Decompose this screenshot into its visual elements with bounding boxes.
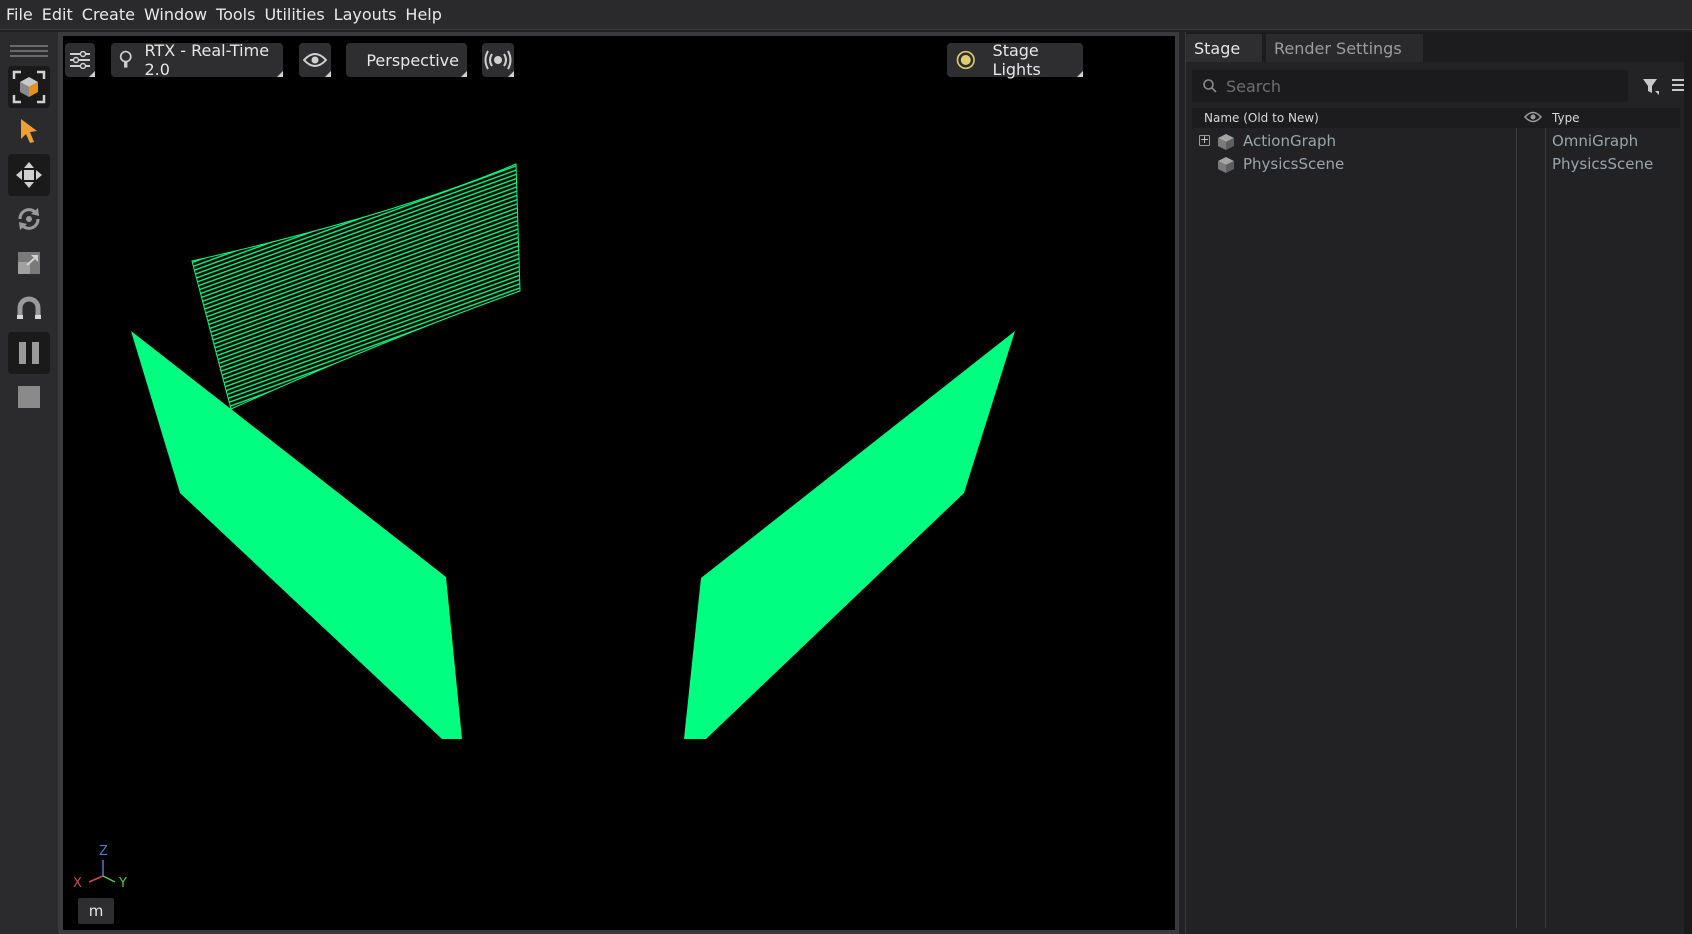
- menu-utilities[interactable]: Utilities: [264, 5, 324, 24]
- prim-name: PhysicsScene: [1243, 155, 1345, 173]
- scale-tool-button[interactable]: [8, 242, 50, 284]
- axis-y-label: Y: [119, 876, 127, 891]
- select-arrow-icon: [21, 119, 37, 143]
- search-icon: [1203, 79, 1217, 93]
- select-tool-button[interactable]: [8, 110, 50, 152]
- visibility-column-eye-icon[interactable]: [1524, 110, 1542, 124]
- scene-render[interactable]: [63, 36, 1175, 930]
- stop-button[interactable]: [8, 376, 50, 418]
- mesh-left: [131, 331, 462, 739]
- filter-icon[interactable]: [1642, 77, 1660, 95]
- tree-row-actiongraph[interactable]: + ActionGraph OmniGraph: [1192, 130, 1680, 154]
- camera-label: Perspective: [366, 50, 459, 70]
- stop-icon: [18, 386, 40, 408]
- omniverse-app-window: File Edit Create Window Tools Utilities …: [0, 0, 1692, 934]
- pause-button[interactable]: [8, 332, 50, 374]
- move-icon: [16, 162, 42, 188]
- prim-cube-icon: [1218, 157, 1234, 173]
- axis-z-label: Z: [99, 844, 108, 859]
- stage-tree: + ActionGraph OmniGraph PhysicsScene Phy…: [1192, 128, 1680, 928]
- sliders-icon: [70, 51, 90, 69]
- column-divider[interactable]: [1545, 128, 1546, 928]
- menu-create[interactable]: Create: [82, 5, 135, 24]
- lightbulb-icon: [119, 50, 132, 68]
- mesh-right: [684, 331, 1015, 739]
- menu-help[interactable]: Help: [405, 5, 441, 24]
- viewport[interactable]: RTX - Real-Time 2.0 Perspective Stage Li…: [63, 36, 1175, 930]
- stage-panel: Stage Render Settings Name (Old to New): [1185, 32, 1692, 934]
- frame-tool-button[interactable]: [8, 66, 50, 108]
- scale-icon: [18, 252, 40, 274]
- tab-stage[interactable]: Stage: [1186, 34, 1262, 62]
- prim-name: ActionGraph: [1243, 132, 1336, 150]
- axis-gizmo: Z X Y: [73, 844, 133, 898]
- window-right-edge: [1684, 32, 1692, 934]
- toolbar-grip-icon[interactable]: [10, 42, 48, 60]
- menu-file[interactable]: File: [6, 5, 33, 24]
- menu-edit[interactable]: Edit: [42, 5, 73, 24]
- search-bar: [1192, 70, 1628, 102]
- menu-layouts[interactable]: Layouts: [334, 5, 397, 24]
- expand-plus-icon[interactable]: +: [1199, 134, 1210, 146]
- search-input[interactable]: [1224, 75, 1628, 97]
- viewport-settings-button[interactable]: [65, 43, 95, 77]
- renderer-selector[interactable]: RTX - Real-Time 2.0: [111, 41, 283, 79]
- rotate-tool-button[interactable]: [8, 198, 50, 240]
- renderer-label: RTX - Real-Time 2.0: [144, 41, 270, 79]
- stage-lights-label: Stage Lights: [992, 41, 1041, 79]
- magnet-icon: [17, 296, 41, 319]
- panel-tab-strip: Stage Render Settings: [1186, 32, 1692, 62]
- menu-tools[interactable]: Tools: [216, 5, 255, 24]
- column-divider[interactable]: [1516, 128, 1517, 928]
- column-name-header[interactable]: Name (Old to New): [1204, 111, 1319, 125]
- prim-type: PhysicsScene: [1552, 155, 1654, 173]
- eye-icon: [303, 53, 327, 67]
- tree-row-physicsscene[interactable]: PhysicsScene PhysicsScene: [1192, 153, 1680, 177]
- prim-type: OmniGraph: [1552, 132, 1639, 150]
- broadcast-icon: [484, 50, 512, 70]
- axis-x-label: X: [73, 876, 82, 891]
- column-type-header[interactable]: Type: [1552, 111, 1580, 125]
- rotate-icon: [18, 208, 40, 230]
- visibility-menu-button[interactable]: [299, 43, 331, 77]
- mesh-top: [191, 163, 521, 410]
- stage-tree-header: Name (Old to New) Type: [1192, 108, 1680, 128]
- menu-bar: File Edit Create Window Tools Utilities …: [0, 0, 1692, 30]
- snap-tool-button[interactable]: [8, 288, 50, 330]
- menu-window[interactable]: Window: [144, 5, 207, 24]
- left-toolbar: [0, 32, 59, 934]
- frame-cube-icon: [12, 70, 46, 104]
- stage-lights-selector[interactable]: Stage Lights: [947, 41, 1083, 79]
- units-button[interactable]: m: [78, 898, 114, 924]
- broadcast-button[interactable]: [482, 43, 514, 77]
- tab-render-settings[interactable]: Render Settings: [1266, 34, 1423, 62]
- prim-cube-icon: [1218, 134, 1234, 150]
- sun-icon: [956, 50, 975, 70]
- move-tool-button[interactable]: [8, 154, 50, 196]
- camera-selector[interactable]: Perspective: [346, 43, 467, 77]
- pause-icon: [19, 342, 39, 364]
